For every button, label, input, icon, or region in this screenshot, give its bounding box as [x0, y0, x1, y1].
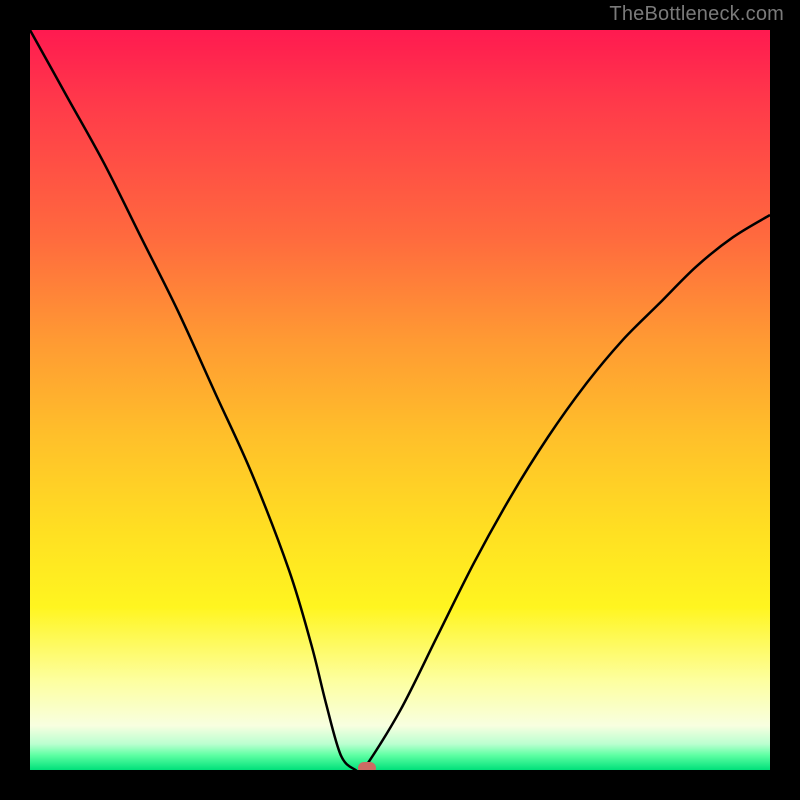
watermark-text: TheBottleneck.com: [609, 3, 784, 26]
optimum-marker: [358, 762, 376, 770]
chart-frame: TheBottleneck.com: [0, 0, 800, 800]
curve-line: [30, 30, 770, 770]
plot-area: [30, 30, 770, 770]
bottleneck-curve: [30, 30, 770, 770]
